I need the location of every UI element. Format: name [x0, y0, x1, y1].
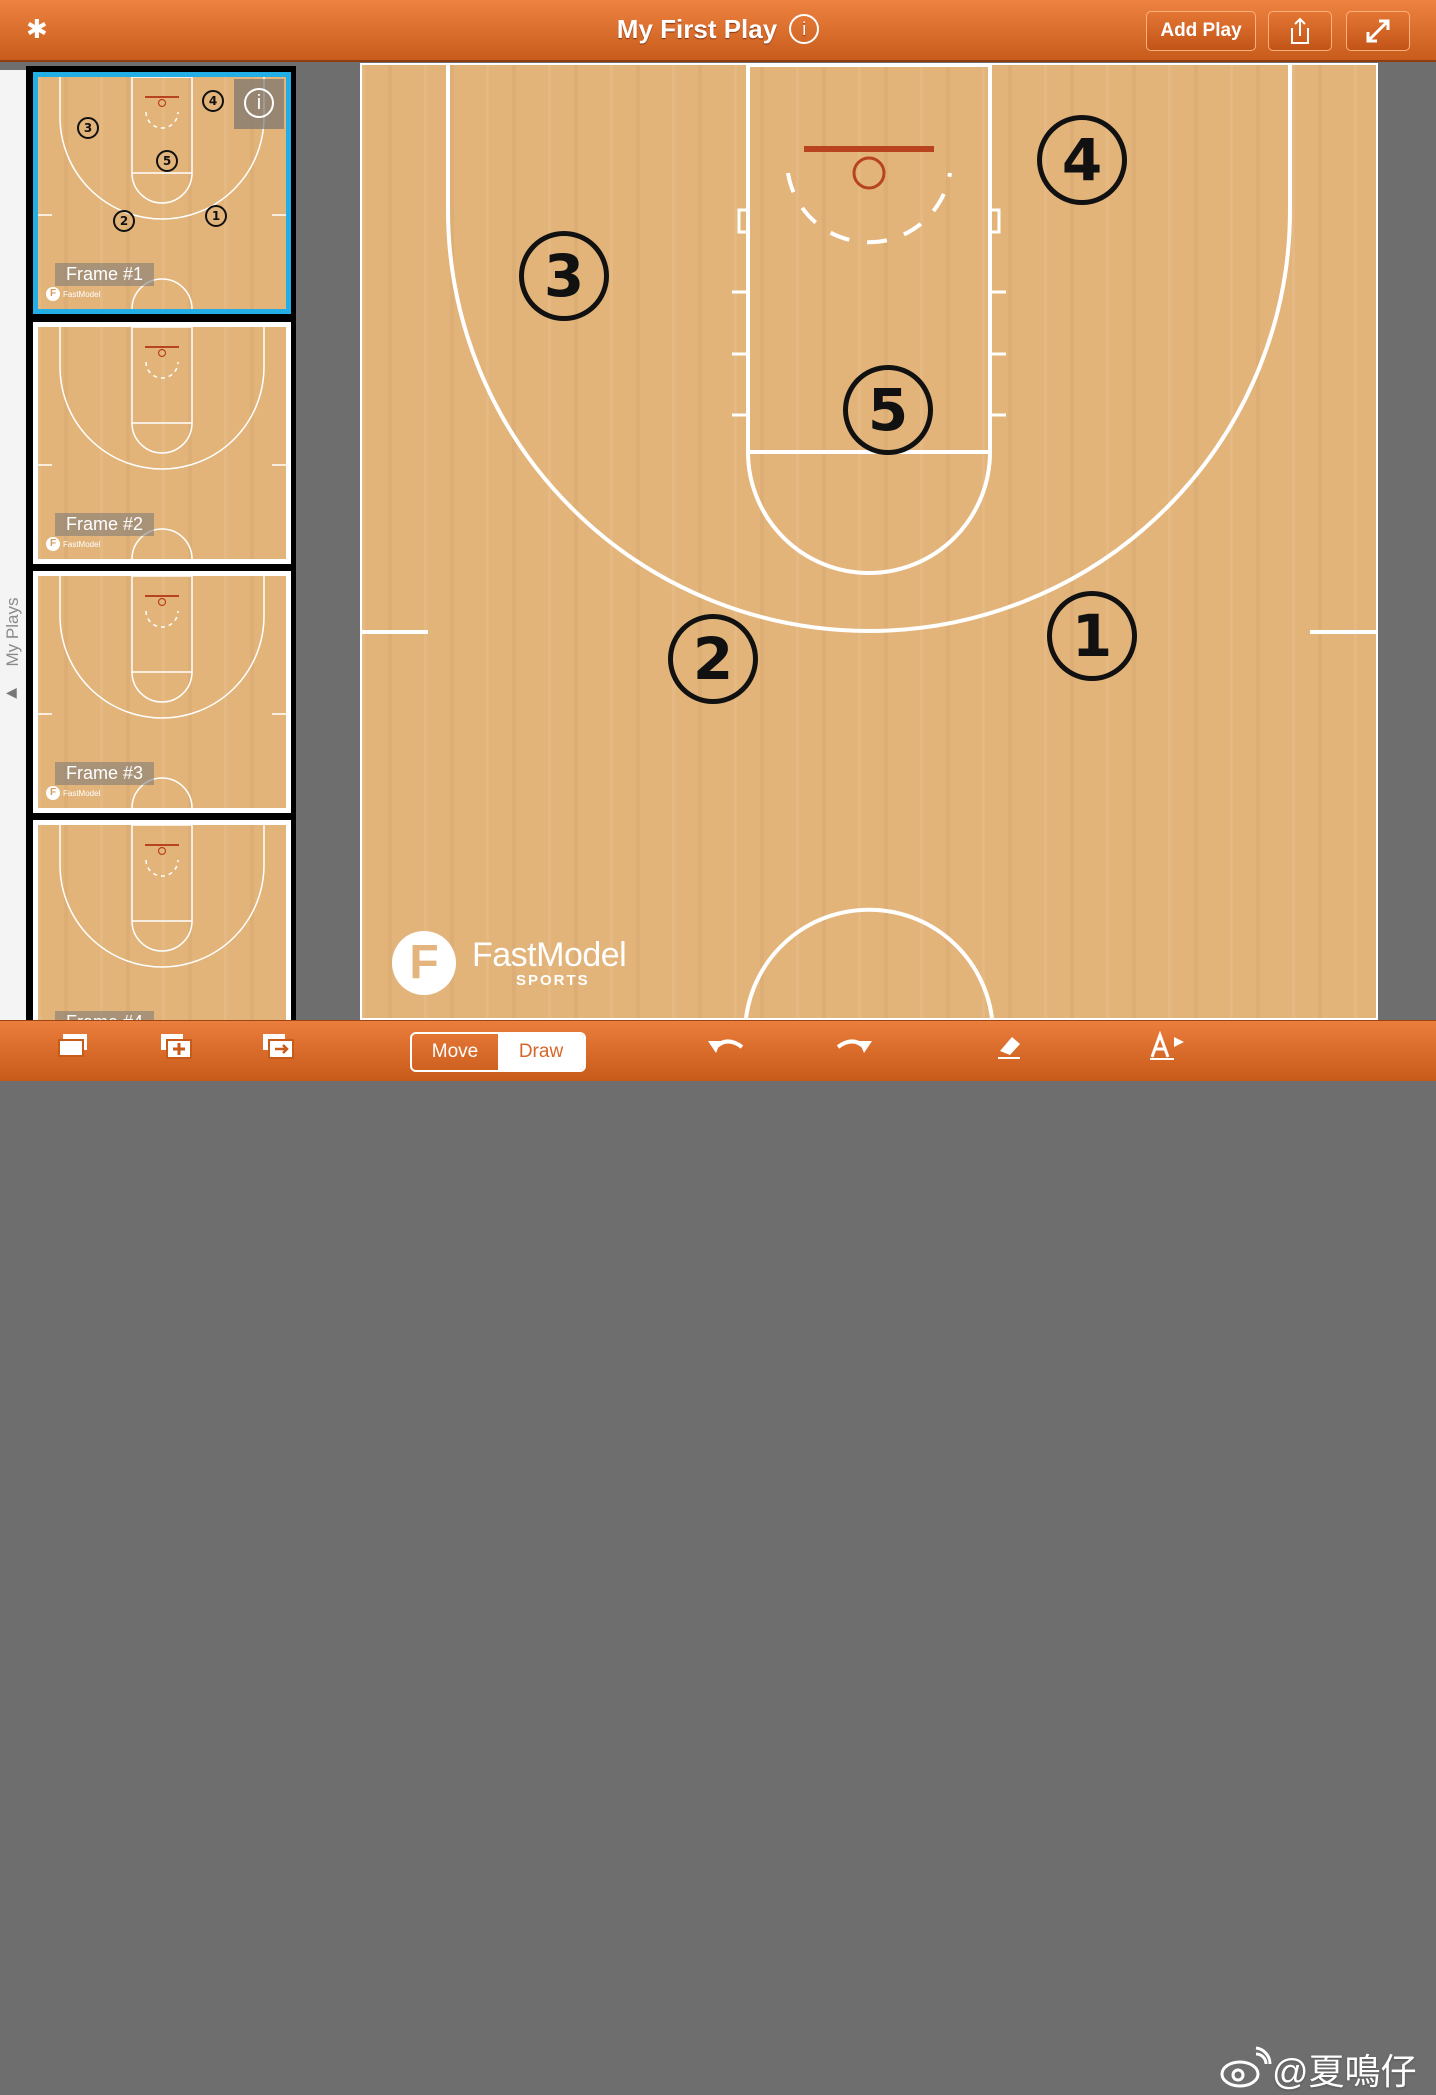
frames-stack-icon — [58, 1034, 87, 1057]
logo-name: FastModel — [472, 935, 627, 974]
redo-icon — [836, 1039, 872, 1053]
player-3[interactable]: 3 — [519, 231, 609, 321]
text-annotation-icon — [1150, 1030, 1184, 1060]
frame-label: Frame #4 — [55, 1011, 155, 1020]
eraser-icon — [998, 1037, 1020, 1059]
eraser-button[interactable] — [994, 1031, 1026, 1070]
mini-court — [59, 825, 265, 968]
collapse-arrow-icon[interactable]: ◀ — [6, 684, 17, 701]
frame-list[interactable]: 3 4 5 2 1 i Frame #1 F FastModel Frame #2 F … — [26, 66, 296, 1020]
play-title[interactable]: My First Play — [617, 14, 777, 44]
player-2[interactable]: 2 — [668, 614, 758, 704]
fastmodel-emblem-icon: F — [392, 931, 456, 995]
share-button[interactable] — [1268, 11, 1332, 51]
add-frame-icon — [161, 1034, 192, 1059]
info-icon[interactable]: i — [789, 14, 820, 44]
add-frame-button[interactable] — [158, 1031, 194, 1070]
watermark: @夏鳴仔 — [1218, 2043, 1417, 2095]
frame-info-button[interactable]: i — [234, 79, 284, 129]
frame-thumbnail-4[interactable]: Frame #4 — [33, 820, 291, 1020]
svg-text:3: 3 — [84, 121, 92, 135]
undo-button[interactable] — [706, 1031, 746, 1070]
svg-text:1: 1 — [212, 209, 220, 223]
draw-mode-button[interactable]: Draw — [498, 1034, 584, 1070]
frame-thumbnail-1[interactable]: 3 4 5 2 1 i Frame #1 F FastModel — [33, 72, 291, 314]
court-lines — [362, 65, 1376, 1018]
play-court[interactable]: 3 4 5 2 1 F FastModel SPORTS — [360, 63, 1378, 1020]
player-4[interactable]: 4 — [1037, 115, 1127, 205]
expand-icon — [1366, 19, 1390, 43]
svg-text:4: 4 — [209, 94, 217, 108]
fullscreen-button[interactable] — [1346, 11, 1410, 51]
mode-toggle[interactable]: Move Draw — [410, 1032, 586, 1072]
undo-icon — [708, 1039, 744, 1053]
top-bar: ✱ My First Play i Add Play — [0, 0, 1436, 62]
mini-fastmodel-logo: F FastModel — [46, 287, 100, 301]
duplicate-frame-button[interactable] — [56, 1031, 90, 1070]
info-icon: i — [244, 88, 274, 118]
svg-text:2: 2 — [120, 214, 128, 228]
logo-sub: SPORTS — [516, 971, 590, 989]
frame-label: Frame #2 — [55, 513, 155, 536]
my-plays-tab[interactable]: My Plays ◀ — [0, 70, 26, 1020]
player-1[interactable]: 1 — [1047, 591, 1137, 681]
add-play-button[interactable]: Add Play — [1146, 11, 1256, 51]
mini-fastmodel-logo: F FastModel — [46, 537, 100, 551]
move-mode-button[interactable]: Move — [412, 1034, 498, 1070]
text-tool-button[interactable] — [1148, 1030, 1188, 1070]
share-icon — [1291, 17, 1309, 44]
player-5[interactable]: 5 — [843, 365, 933, 455]
my-plays-label: My Plays — [3, 597, 22, 667]
weibo-icon — [1220, 2046, 1272, 2088]
redo-button[interactable] — [834, 1031, 874, 1070]
fastmodel-logo: F FastModel SPORTS — [392, 931, 627, 995]
mini-fastmodel-logo: F FastModel — [46, 786, 100, 800]
bottom-toolbar: Move Draw @夏鳴仔 — [0, 1020, 1436, 2092]
frame-thumbnail-2[interactable]: Frame #2 F FastModel — [33, 322, 291, 564]
svg-text:5: 5 — [163, 154, 171, 168]
frame-thumbnail-3[interactable]: Frame #3 F FastModel — [33, 571, 291, 813]
frame-label: Frame #1 — [55, 263, 155, 286]
insert-frame-icon — [263, 1034, 294, 1059]
frame-label: Frame #3 — [55, 762, 155, 785]
insert-frame-button[interactable] — [260, 1031, 296, 1070]
